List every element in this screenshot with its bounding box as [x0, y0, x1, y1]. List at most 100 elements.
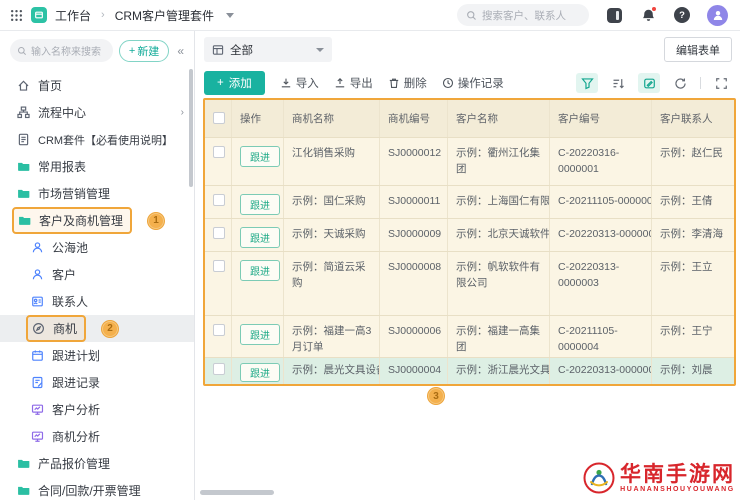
- chart-monitor-icon: [31, 431, 44, 442]
- app-grid-icon[interactable]: [10, 9, 23, 22]
- sidebar-scrollbar[interactable]: [189, 69, 193, 187]
- help-icon[interactable]: ?: [673, 6, 691, 24]
- watermark: 华南手游网 HUANANSHOUYOUWANG: [583, 462, 735, 494]
- notification-dot: [651, 6, 657, 12]
- notification-bell-icon[interactable]: [639, 6, 657, 24]
- collapse-sidebar-icon[interactable]: «: [175, 44, 186, 58]
- cell-opportunity-code: SJ0000004: [380, 358, 448, 384]
- sidebar-item-followup-records[interactable]: 跟进记录: [0, 369, 194, 396]
- export-button[interactable]: 导出: [334, 75, 373, 91]
- row-checkbox[interactable]: [213, 146, 225, 158]
- row-checkbox[interactable]: [213, 324, 225, 336]
- workspace-label[interactable]: 工作台: [55, 7, 91, 24]
- cell-customer-name: 示例：福建一高集团: [448, 316, 550, 357]
- cell-customer-name: 示例：浙江晨光文具...: [448, 358, 550, 384]
- followup-button[interactable]: 跟进: [240, 227, 280, 248]
- refresh-icon[interactable]: [669, 73, 691, 93]
- edit-form-button[interactable]: 编辑表单: [664, 37, 732, 62]
- document-icon: [18, 133, 29, 146]
- sidebar-item-contract-invoice-mgmt[interactable]: 合同/回款/开票管理: [0, 477, 194, 500]
- sidebar-item-opportunity-analysis[interactable]: 商机分析: [0, 423, 194, 450]
- table-toolbar: + 添加 导入 导出 删除 操作记录: [196, 71, 740, 95]
- col-header-customer-contact: 客户联系人: [660, 113, 713, 125]
- view-filter-dropdown[interactable]: 全部: [204, 37, 332, 62]
- sort-icon[interactable]: [607, 73, 629, 93]
- row-checkbox[interactable]: [213, 194, 225, 206]
- cell-customer-code: C-20211105-0000001: [550, 186, 652, 218]
- table-row: 跟进 示例：福建一高3月订单 SJ0000006 示例：福建一高集团 C-202…: [205, 316, 734, 358]
- row-checkbox[interactable]: [213, 363, 225, 375]
- folder-icon: [18, 459, 30, 468]
- create-new-button[interactable]: + 新建: [118, 39, 170, 62]
- sidebar-item-crm-guide[interactable]: CRM套件【必看使用说明】: [0, 126, 194, 153]
- sidebar-item-public-pool[interactable]: 公海池: [0, 234, 194, 261]
- watermark-subtitle: HUANANSHOUYOUWANG: [620, 486, 735, 494]
- horizontal-scrollbar[interactable]: [200, 490, 274, 495]
- add-button[interactable]: + 添加: [204, 71, 265, 95]
- cell-customer-code: C-20211105-0000004: [550, 316, 652, 357]
- sidebar-item-opportunities[interactable]: 商机 2: [0, 315, 194, 342]
- row-checkbox[interactable]: [213, 260, 225, 272]
- person-icon: [32, 242, 43, 253]
- sidebar-item-customers[interactable]: 客户: [0, 261, 194, 288]
- row-checkbox[interactable]: [213, 227, 225, 239]
- workbench-logo-icon: [31, 7, 47, 23]
- sidebar-item-followup-plans[interactable]: 跟进计划: [0, 342, 194, 369]
- chevron-right-icon: ›: [180, 107, 184, 118]
- sidebar-item-process-center[interactable]: 流程中心 ›: [0, 99, 194, 126]
- cell-customer-contact: 示例：王立: [660, 261, 713, 273]
- toolbar-divider: [700, 77, 701, 89]
- folder-icon: [18, 189, 30, 198]
- import-button[interactable]: 导入: [280, 75, 319, 91]
- followup-button[interactable]: 跟进: [240, 363, 280, 382]
- sidebar-item-marketing-mgmt[interactable]: 市场营销管理: [0, 180, 194, 207]
- page-title[interactable]: CRM客户管理套件: [115, 7, 214, 24]
- cell-customer-code: C-20220313-0000002: [550, 219, 652, 251]
- sidebar-item-customer-opportunity-mgmt[interactable]: 客户及商机管理 1: [0, 207, 194, 234]
- col-header-opportunity-code: 商机编号: [380, 100, 448, 137]
- col-header-action: 操作: [232, 100, 284, 137]
- cell-customer-contact: 示例：王宁: [660, 325, 713, 337]
- mobile-device-icon[interactable]: [605, 6, 623, 24]
- delete-button[interactable]: 删除: [388, 75, 427, 91]
- folder-icon: [19, 216, 31, 225]
- chart-monitor-icon: [31, 404, 44, 415]
- followup-button[interactable]: 跟进: [240, 324, 280, 345]
- top-bar: 工作台 › CRM客户管理套件 搜索客户、联系人 ?: [0, 0, 740, 31]
- followup-button[interactable]: 跟进: [240, 194, 280, 215]
- table-row: 跟进 示例：天诚采购 SJ0000009 示例：北京天诚软件... C-2022…: [205, 219, 734, 252]
- sidebar-item-common-reports[interactable]: 常用报表: [0, 153, 194, 180]
- sidebar-item-contacts[interactable]: 联系人: [0, 288, 194, 315]
- record-icon: [32, 376, 43, 389]
- cell-opportunity-code: SJ0000012: [380, 138, 448, 185]
- sidebar-search-input[interactable]: 输入名称来搜索: [10, 39, 113, 62]
- filter-icon[interactable]: [576, 73, 598, 93]
- user-avatar[interactable]: [707, 4, 728, 26]
- opportunity-table: 操作 商机名称 商机编号 客户名称 客户编号 客户联系人 跟进 江化销售采购 S…: [203, 98, 736, 386]
- sidebar-item-customer-analysis[interactable]: 客户分析: [0, 396, 194, 423]
- cell-opportunity-name: 示例：天诚采购: [284, 219, 380, 251]
- cell-customer-code: C-20220316-0000001: [550, 138, 652, 185]
- cell-opportunity-code: SJ0000006: [380, 316, 448, 357]
- operation-log-button[interactable]: 操作记录: [442, 75, 504, 91]
- table-header-row: 操作 商机名称 商机编号 客户名称 客户编号 客户联系人: [205, 100, 734, 138]
- sidebar-item-product-quote-mgmt[interactable]: 产品报价管理: [0, 450, 194, 477]
- watermark-logo-icon: [583, 462, 615, 494]
- col-header-customer-code: 客户编号: [550, 100, 652, 137]
- table-row: 跟进 江化销售采购 SJ0000012 示例：衢州江化集团 C-20220316…: [205, 138, 734, 186]
- fullscreen-icon[interactable]: [710, 73, 732, 93]
- select-all-checkbox[interactable]: [213, 112, 225, 124]
- form-edit-icon[interactable]: [638, 73, 660, 93]
- cell-customer-name: 示例：衢州江化集团: [448, 138, 550, 185]
- cell-customer-name: 示例：帆软软件有限公司: [448, 252, 550, 315]
- search-placeholder: 搜索客户、联系人: [482, 9, 566, 22]
- cell-opportunity-name: 江化销售采购: [284, 138, 380, 185]
- plus-icon: +: [217, 77, 224, 89]
- sidebar-item-home[interactable]: 首页: [0, 72, 194, 99]
- followup-button[interactable]: 跟进: [240, 146, 280, 167]
- global-search-input[interactable]: 搜索客户、联系人: [457, 4, 589, 26]
- cell-customer-contact: 示例：刘晨: [660, 364, 713, 376]
- followup-button[interactable]: 跟进: [240, 260, 280, 281]
- title-caret-icon[interactable]: [226, 12, 235, 18]
- calendar-icon: [32, 350, 43, 361]
